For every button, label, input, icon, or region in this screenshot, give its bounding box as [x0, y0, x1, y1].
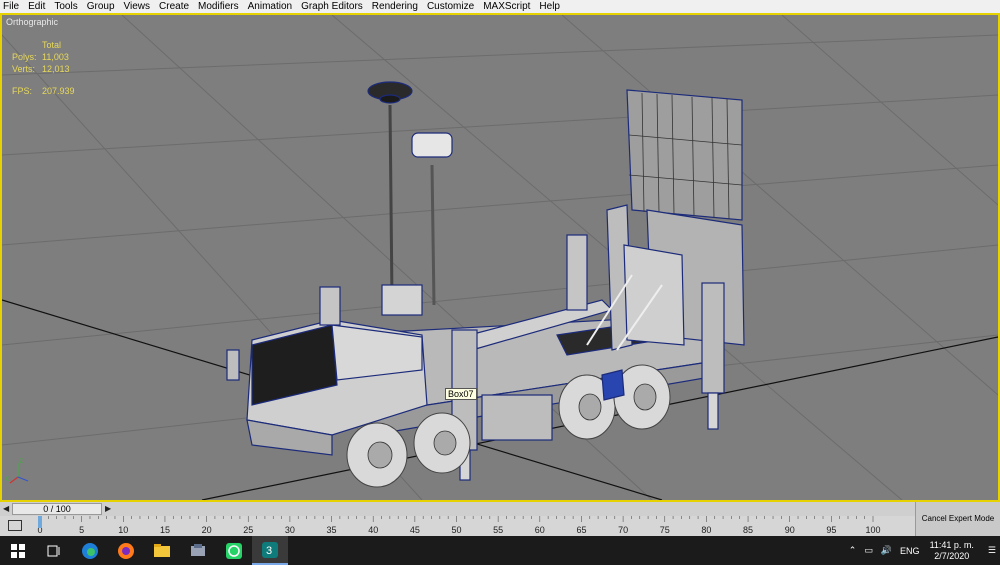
- file-explorer-icon[interactable]: [144, 536, 180, 565]
- ruler-tick-label: 20: [202, 525, 212, 535]
- ruler-tick-label: 5: [79, 525, 84, 535]
- system-tray: ⌃ ▭ 🔊 ENG 11:41 p. m. 2/7/2020 ☰: [845, 536, 1000, 565]
- firefox-icon[interactable]: [108, 536, 144, 565]
- object-tooltip: Box07: [445, 388, 477, 400]
- menu-group[interactable]: Group: [87, 1, 115, 13]
- 3dsmax-icon[interactable]: 3: [252, 536, 288, 565]
- clock-time: 11:41 p. m.: [929, 539, 974, 550]
- stats-fps-value: 207.939: [42, 86, 75, 96]
- ruler-tick-label: 80: [701, 525, 711, 535]
- orthographic-viewport[interactable]: z x Orthographic Total Polys: 11,003 Vert…: [0, 13, 1000, 502]
- ruler-tick-label: 45: [410, 525, 420, 535]
- ruler-tick-label: 90: [785, 525, 795, 535]
- chevron-up-icon[interactable]: ⌃: [849, 545, 857, 556]
- truck-model[interactable]: [226, 81, 745, 488]
- menu-graph-editors[interactable]: Graph Editors: [301, 1, 363, 13]
- clock[interactable]: 11:41 p. m. 2/7/2020: [930, 540, 974, 562]
- time-slider[interactable]: 0 / 100: [12, 503, 102, 515]
- ruler-tick-label: 65: [576, 525, 586, 535]
- svg-text:3: 3: [266, 545, 272, 557]
- windows-taskbar: 3 ⌃ ▭ 🔊 ENG 11:41 p. m. 2/7/2020 ☰: [0, 536, 1000, 565]
- menu-modifiers[interactable]: Modifiers: [198, 1, 239, 13]
- menu-customize[interactable]: Customize: [427, 1, 474, 13]
- ruler-tick-label: 100: [865, 525, 880, 535]
- stats-polys-label: Polys:: [12, 52, 37, 62]
- axis-z-label: z: [19, 456, 23, 465]
- menu-maxscript[interactable]: MAXScript: [483, 1, 530, 13]
- menu-edit[interactable]: Edit: [28, 1, 45, 13]
- menu-bar: File Edit Tools Group Views Create Modif…: [0, 0, 1000, 13]
- next-frame-icon[interactable]: ▶: [105, 504, 111, 513]
- time-slider-track[interactable]: ◀ 0 / 100 ▶: [0, 502, 915, 516]
- menu-create[interactable]: Create: [159, 1, 189, 13]
- network-icon[interactable]: ▭: [864, 545, 873, 556]
- ruler-tick-label: 60: [535, 525, 545, 535]
- ruler-tick-label: 35: [327, 525, 337, 535]
- ruler-tick-label: 15: [160, 525, 170, 535]
- frame-ruler: 0 5 10 15 20 25 30 35 40 45 50 55 60 65 70 75 80 85 90 95 10…: [37, 516, 881, 535]
- task-view-icon[interactable]: [36, 536, 72, 565]
- axis-tripod-icon: z x: [5, 456, 29, 484]
- notifications-icon[interactable]: ☰: [988, 545, 996, 556]
- menu-rendering[interactable]: Rendering: [372, 1, 418, 13]
- app-icon[interactable]: [180, 536, 216, 565]
- ruler-tick-label: 95: [826, 525, 836, 535]
- menu-tools[interactable]: Tools: [54, 1, 77, 13]
- menu-animation[interactable]: Animation: [248, 1, 292, 13]
- whatsapp-icon[interactable]: [216, 536, 252, 565]
- track-bar[interactable]: 0 5 10 15 20 25 30 35 40 45 50 55 60 65 70 75 80 85 90 95 10…: [0, 516, 915, 536]
- ruler-tick-label: 40: [368, 525, 378, 535]
- volume-icon[interactable]: 🔊: [881, 545, 892, 556]
- current-frame-marker[interactable]: [38, 516, 42, 528]
- ruler-tick-label: 55: [493, 525, 503, 535]
- viewport-statistics: Total Polys: 11,003 Verts: 12,013 FPS: 207.…: [12, 39, 75, 97]
- ruler-tick-label: 30: [285, 525, 295, 535]
- ruler-tick-label: 50: [451, 525, 461, 535]
- windows-start-icon[interactable]: [0, 536, 36, 565]
- timeline: ◀ 0 / 100 ▶ 0 5 10 15 20 25 30 35 40 45 50 55 60 65 70…: [0, 502, 1000, 536]
- viewport-label[interactable]: Orthographic: [6, 17, 58, 27]
- menu-file[interactable]: File: [3, 1, 19, 13]
- language-indicator[interactable]: ENG: [900, 546, 920, 556]
- stats-polys-value: 11,003: [42, 52, 69, 62]
- ruler-tick-label: 85: [743, 525, 753, 535]
- menu-help[interactable]: Help: [539, 1, 560, 13]
- prev-frame-icon[interactable]: ◀: [3, 504, 9, 513]
- ruler-tick-label: 25: [243, 525, 253, 535]
- clock-date: 2/7/2020: [934, 550, 970, 561]
- edge-icon[interactable]: [72, 536, 108, 565]
- viewport-scene[interactable]: z x: [2, 15, 998, 500]
- stats-fps-label: FPS:: [12, 86, 33, 96]
- stats-verts-value: 12,013: [42, 64, 70, 74]
- ruler-tick-label: 10: [118, 525, 128, 535]
- ruler-tick-label: 75: [660, 525, 670, 535]
- axis-x-label: x: [5, 474, 9, 483]
- stats-total-label: Total: [42, 40, 62, 50]
- cancel-expert-mode-button[interactable]: Cancel Expert Mode: [915, 502, 1000, 536]
- menu-views[interactable]: Views: [124, 1, 151, 13]
- stats-verts-label: Verts:: [12, 64, 36, 74]
- ruler-tick-label: 70: [618, 525, 628, 535]
